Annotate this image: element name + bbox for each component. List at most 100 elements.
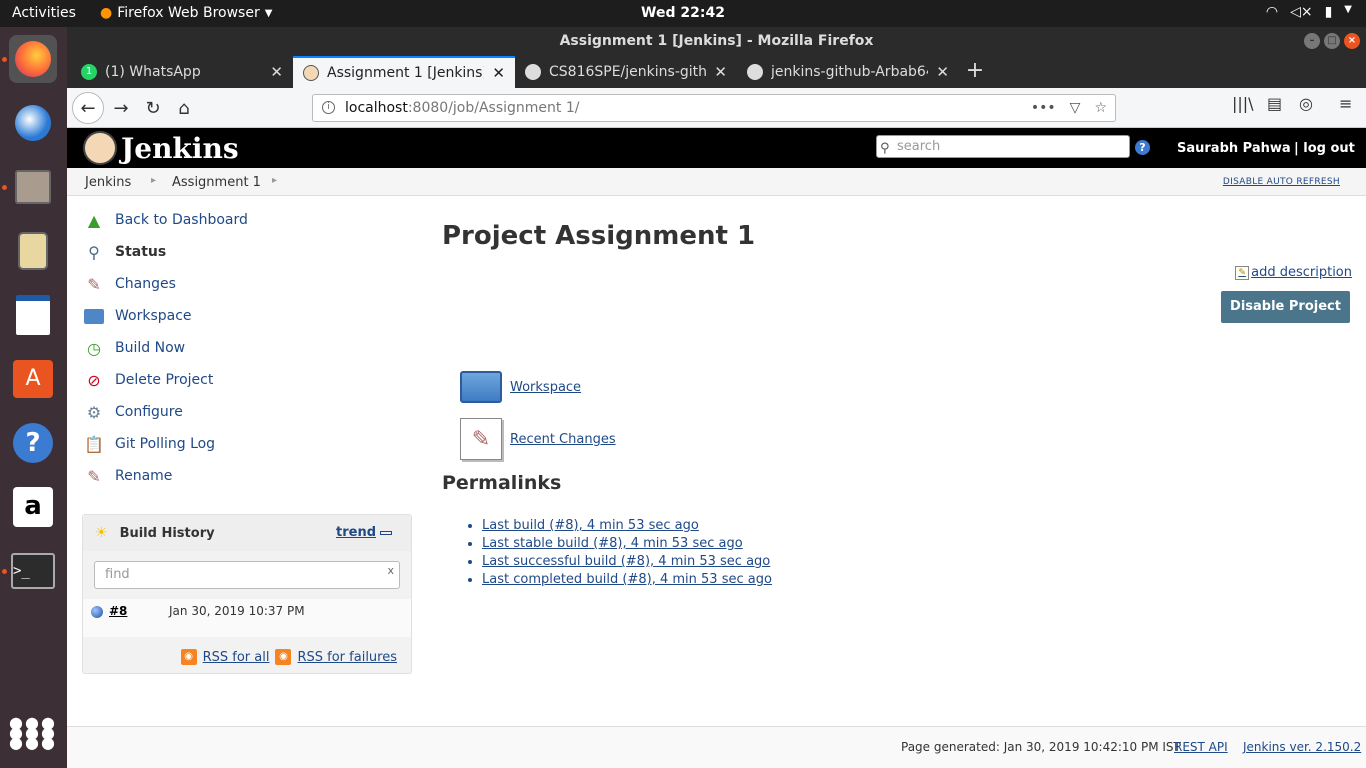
workspace-link[interactable]: Workspace <box>510 380 581 395</box>
trend-link[interactable]: trend <box>336 525 393 540</box>
recent-changes-link[interactable]: Recent Changes <box>510 432 616 447</box>
tab-github-1[interactable]: CS816SPE/jenkins-github ✕ <box>515 56 737 88</box>
chevron-right-icon[interactable]: ▸ <box>151 175 156 186</box>
breadcrumb-jenkins[interactable]: Jenkins <box>85 175 131 190</box>
close-tab-icon[interactable]: ✕ <box>714 63 727 81</box>
build-row[interactable]: #8 Jan 30, 2019 10:37 PM <box>83 599 411 637</box>
task-configure[interactable]: ⚙ Configure <box>83 396 413 428</box>
build-number-link[interactable]: #8 <box>109 604 127 618</box>
close-window-button[interactable]: × <box>1344 33 1360 49</box>
pocket-icon[interactable]: ▽ <box>1070 95 1081 121</box>
close-tab-icon[interactable]: ✕ <box>492 64 505 82</box>
jenkins-logo[interactable]: Jenkins <box>83 131 239 165</box>
sidebar-icon[interactable]: ▤ <box>1267 94 1282 113</box>
build-date[interactable]: Jan 30, 2019 10:37 PM <box>169 604 305 618</box>
rest-api-link[interactable]: REST API <box>1174 740 1228 754</box>
info-icon[interactable]: i <box>322 101 335 114</box>
chevron-right-icon[interactable]: ▸ <box>272 175 277 186</box>
task-changes[interactable]: ✎ Changes <box>83 268 413 300</box>
terminal-icon[interactable]: >_ <box>9 547 57 595</box>
edit-icon: ✎ <box>1235 265 1250 280</box>
clear-icon[interactable]: x <box>387 558 394 584</box>
task-rename[interactable]: ✎ Rename <box>83 460 413 492</box>
back-button[interactable]: ← <box>72 92 104 124</box>
bookmark-star-icon[interactable]: ☆ <box>1094 95 1107 121</box>
reload-button[interactable]: ↻ <box>139 94 167 122</box>
rhythmbox-icon[interactable] <box>9 227 57 275</box>
no-entry-icon: ⊘ <box>87 370 101 390</box>
browser-window: Assignment 1 [Jenkins] - Mozilla Firefox… <box>67 27 1366 768</box>
rss-failures-link[interactable]: RSS for failures <box>297 650 397 665</box>
maximize-button[interactable]: □ <box>1324 33 1340 49</box>
url-bar[interactable]: i localhost:8080/job/Assignment 1/ ••• ▽… <box>312 94 1116 122</box>
task-workspace[interactable]: Workspace <box>83 300 413 332</box>
rss-all-link[interactable]: RSS for all <box>203 650 270 665</box>
page-actions-icon[interactable]: ••• <box>1031 95 1056 121</box>
system-tray[interactable]: ◠ ◁× ▮ ▼ <box>1266 4 1352 20</box>
tab-whatsapp[interactable]: 1 (1) WhatsApp ✕ <box>71 56 293 88</box>
show-applications-icon[interactable]: ●●● ●●● ●●● <box>9 709 57 757</box>
new-tab-button[interactable]: + <box>959 56 991 88</box>
task-delete-project[interactable]: ⊘ Delete Project <box>83 364 413 396</box>
files-icon[interactable] <box>9 163 57 211</box>
find-input[interactable]: find x <box>94 561 400 589</box>
add-description-link[interactable]: ✎ add description <box>1235 265 1352 280</box>
arrow-up-icon: ▲ <box>87 210 101 230</box>
breadcrumb-assignment[interactable]: Assignment 1 <box>172 175 261 190</box>
menu-icon[interactable]: ≡ <box>1339 94 1352 113</box>
sync-icon[interactable]: ◎ <box>1299 94 1313 113</box>
task-label: Git Polling Log <box>115 436 216 452</box>
whatsapp-icon: 1 <box>81 64 97 80</box>
disable-project-button[interactable]: Disable Project <box>1221 291 1350 323</box>
user-link[interactable]: Saurabh Pahwa <box>1177 141 1291 156</box>
task-label: Delete Project <box>115 372 214 388</box>
jenkins-version-link[interactable]: Jenkins ver. 2.150.2 <box>1243 740 1361 754</box>
software-center-icon[interactable]: A <box>9 355 57 403</box>
tab-label: Assignment 1 [Jenkins] <box>327 65 485 81</box>
task-label: Build Now <box>115 340 186 356</box>
wifi-icon: ◠ <box>1265 4 1279 20</box>
forward-button[interactable]: → <box>107 94 135 122</box>
library-icon[interactable]: |||\ <box>1232 94 1254 113</box>
tab-github-2[interactable]: jenkins-github-Arbab64/ ✕ <box>737 56 959 88</box>
clock[interactable]: Wed 22:42 <box>0 5 1366 21</box>
page-footer: Page generated: Jan 30, 2019 10:42:10 PM… <box>67 726 1366 768</box>
tab-jenkins[interactable]: Assignment 1 [Jenkins] ✕ <box>293 56 515 88</box>
libreoffice-writer-icon[interactable] <box>9 291 57 339</box>
firefox-icon[interactable] <box>9 35 57 83</box>
task-status[interactable]: ⚲ Status <box>83 236 413 268</box>
permalink-last-build[interactable]: Last build (#8), 4 min 53 sec ago <box>482 517 772 535</box>
task-git-polling-log[interactable]: 📋 Git Polling Log <box>83 428 413 460</box>
task-build-now[interactable]: ◷ Build Now <box>83 332 413 364</box>
find-placeholder: find <box>105 567 130 582</box>
disable-auto-refresh-link[interactable]: DISABLE AUTO REFRESH <box>1223 177 1340 187</box>
amazon-icon[interactable]: a <box>9 483 57 531</box>
thunderbird-icon[interactable] <box>9 99 57 147</box>
help-icon[interactable]: ? <box>9 419 57 467</box>
permalink-last-successful[interactable]: Last successful build (#8), 4 min 53 sec… <box>482 553 772 571</box>
window-titlebar[interactable]: Assignment 1 [Jenkins] - Mozilla Firefox… <box>67 27 1366 56</box>
tab-label: jenkins-github-Arbab64/ <box>771 64 929 80</box>
search-icon: ⚲ <box>880 141 890 156</box>
jenkins-butler-icon <box>83 131 117 165</box>
close-tab-icon[interactable]: ✕ <box>270 63 283 81</box>
permalink-last-completed[interactable]: Last completed build (#8), 4 min 53 sec … <box>482 571 772 589</box>
folder-icon[interactable] <box>460 371 502 403</box>
help-icon[interactable]: ? <box>1135 140 1150 155</box>
collapse-icon[interactable] <box>380 530 393 535</box>
search-placeholder: search <box>897 139 941 154</box>
search-input[interactable]: ⚲ search <box>876 135 1130 158</box>
minimize-button[interactable]: – <box>1304 33 1320 49</box>
clipboard-icon: 📋 <box>84 434 104 454</box>
permalinks-heading: Permalinks <box>442 472 562 494</box>
notepad-icon[interactable]: ✎ <box>460 418 502 460</box>
logout-link[interactable]: | log out <box>1294 141 1355 156</box>
home-button[interactable]: ⌂ <box>170 94 198 122</box>
close-tab-icon[interactable]: ✕ <box>936 63 949 81</box>
rss-icon[interactable]: ◉ <box>180 649 197 665</box>
task-back-to-dashboard[interactable]: ▲ Back to Dashboard <box>83 204 413 236</box>
build-status-ball-icon <box>91 606 103 618</box>
permalink-last-stable[interactable]: Last stable build (#8), 4 min 53 sec ago <box>482 535 772 553</box>
rss-icon[interactable]: ◉ <box>275 649 292 665</box>
running-indicator <box>2 57 7 62</box>
